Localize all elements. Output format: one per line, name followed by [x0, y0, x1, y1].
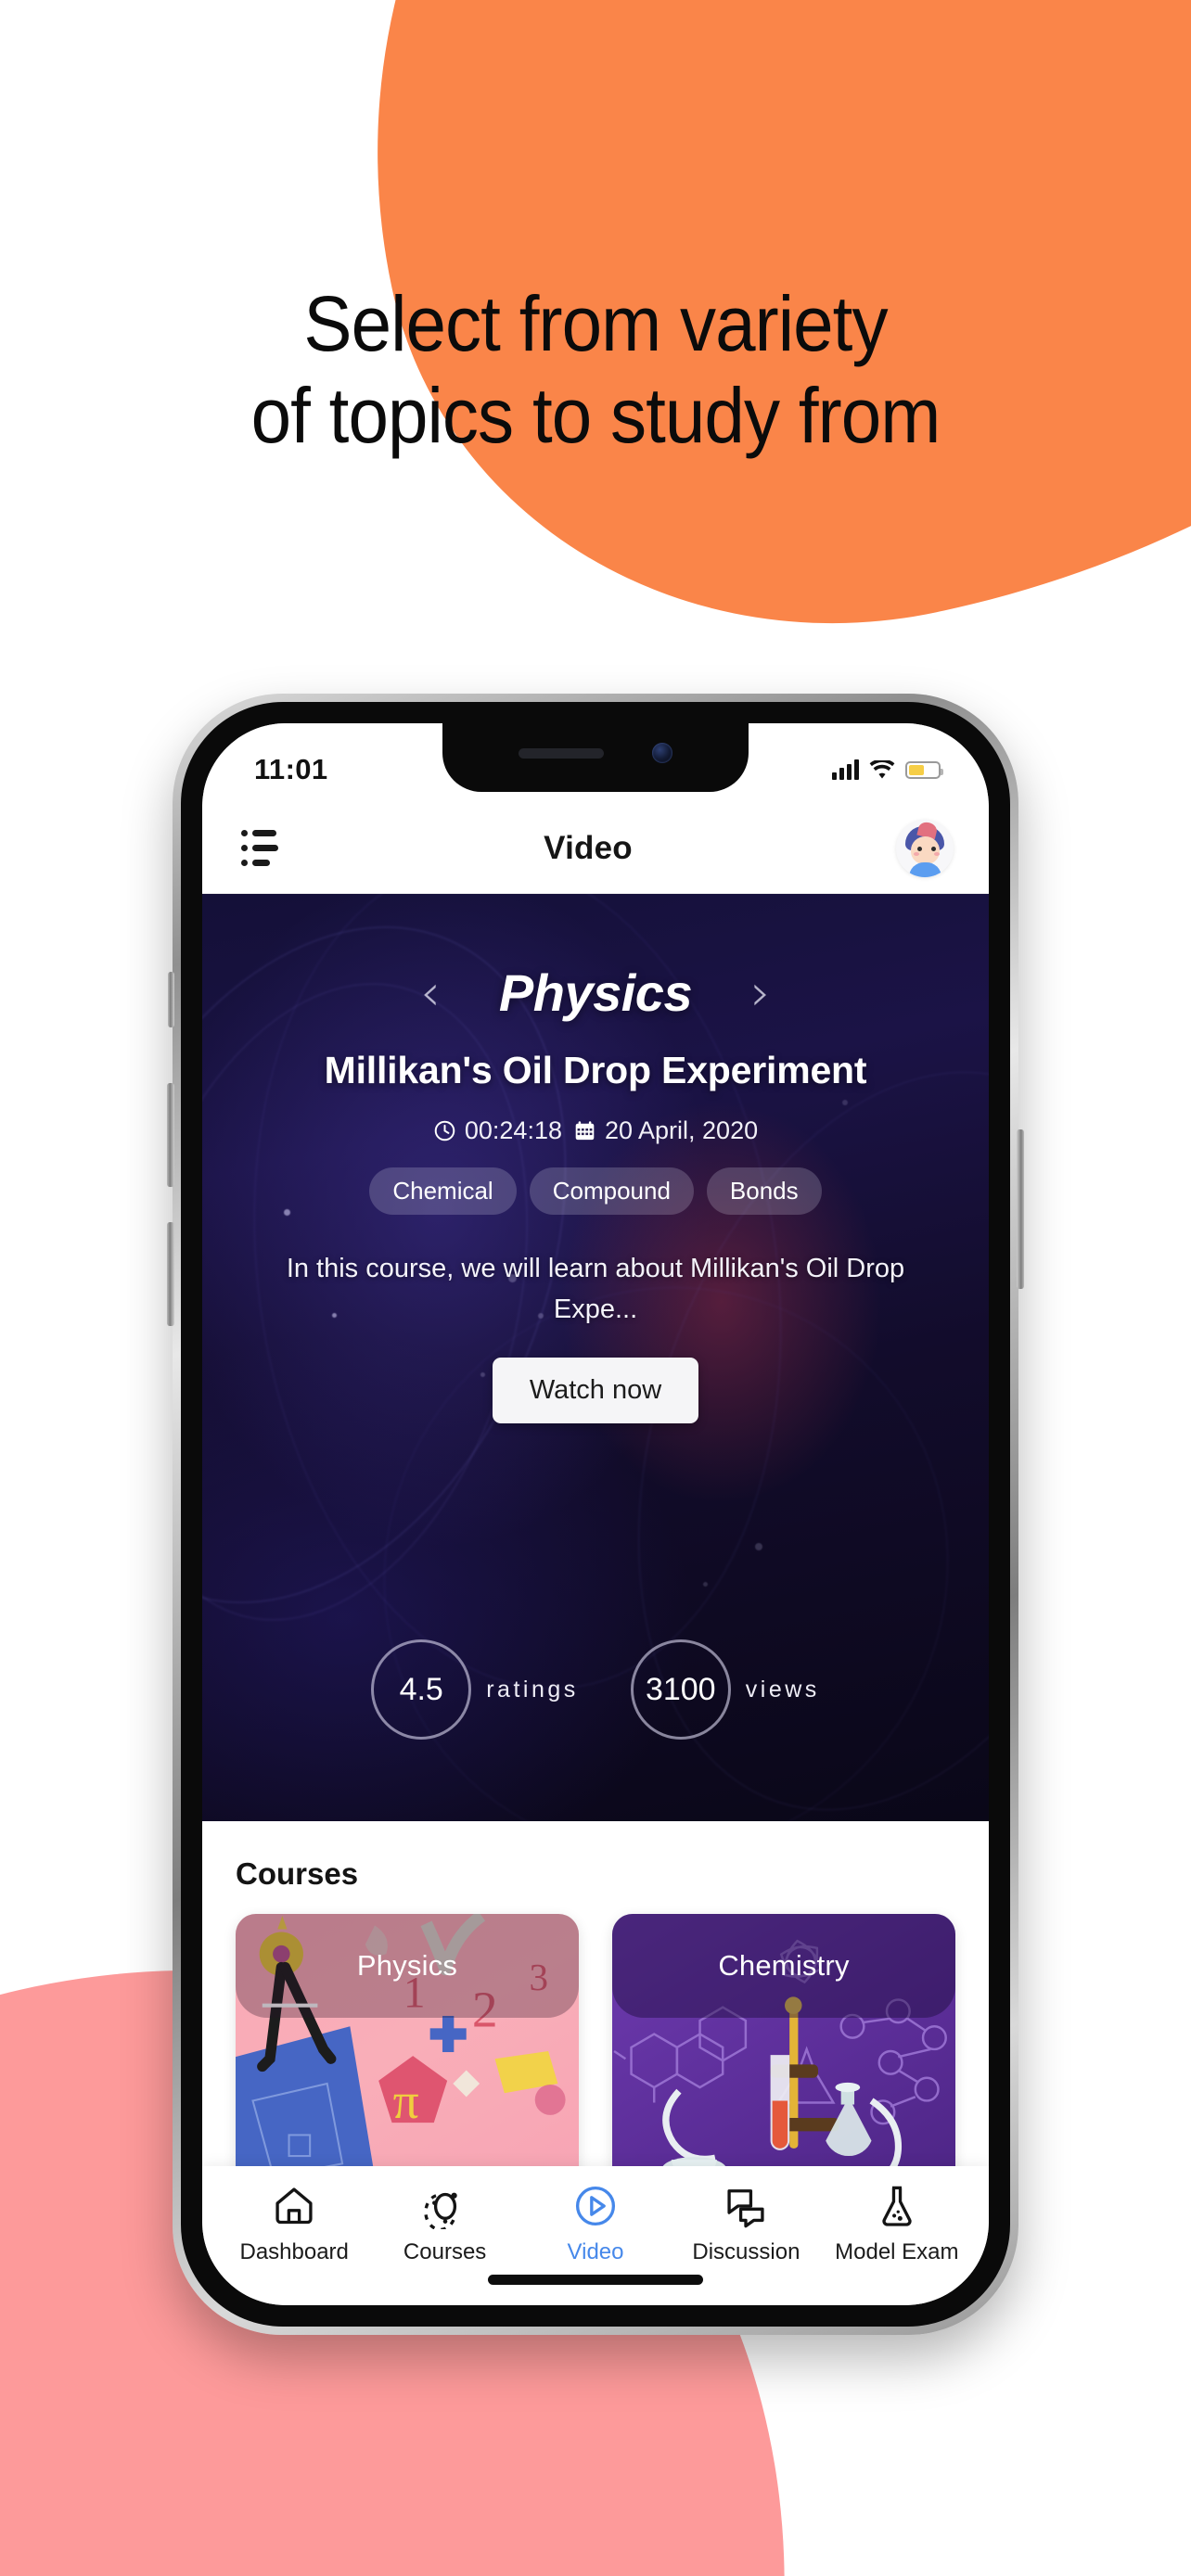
course-card-title: Chemistry — [718, 1949, 850, 1982]
hero-stats-row: 4.5 ratings 3100 views — [202, 1639, 989, 1740]
views-stat: 3100 views — [630, 1639, 820, 1740]
duration-text: 00:24:18 — [464, 1116, 562, 1144]
notch — [442, 723, 749, 792]
ratings-label: ratings — [486, 1676, 579, 1702]
status-indicators — [832, 759, 943, 780]
app-header: Video — [202, 803, 989, 894]
duration-meta: 00:24:18 — [433, 1116, 562, 1145]
tab-video[interactable]: Video — [520, 2183, 671, 2265]
phone-screen: 11:01 Video ‹ Physics › Millikan's Oil D… — [202, 723, 989, 2305]
battery-icon — [905, 760, 943, 779]
hero-subject: Physics — [498, 963, 693, 1022]
courses-section-title: Courses — [236, 1856, 359, 1891]
chat-bubbles-icon — [727, 2189, 765, 2228]
mute-switch-button[interactable] — [168, 972, 174, 1027]
tag-chip[interactable]: Chemical — [369, 1167, 517, 1215]
calendar-icon — [575, 1121, 595, 1141]
tab-label: Dashboard — [239, 2239, 349, 2264]
page-title: Video — [544, 829, 633, 866]
ratings-stat: 4.5 ratings — [371, 1639, 579, 1740]
hero-lesson-title: Millikan's Oil Drop Experiment — [324, 1049, 867, 1091]
views-label: views — [745, 1676, 820, 1702]
front-camera-icon — [652, 743, 672, 763]
tab-model-exam[interactable]: Model Exam — [822, 2183, 972, 2265]
tab-courses[interactable]: Courses — [369, 2183, 519, 2265]
course-card-banner: Chemistry — [612, 1914, 955, 2018]
atom-icon — [423, 2192, 457, 2229]
headline-line-2: of topics to study from — [250, 372, 941, 460]
play-circle-icon — [575, 2186, 616, 2226]
watch-now-button[interactable]: Watch now — [492, 1358, 699, 1424]
chevron-right-icon[interactable]: › — [740, 967, 781, 1018]
hero-description: In this course, we will learn about Mill… — [286, 1254, 905, 1325]
earpiece-speaker — [519, 747, 604, 759]
date-text: 20 April, 2020 — [604, 1116, 759, 1144]
tab-label: Model Exam — [835, 2239, 959, 2264]
volume-down-button[interactable] — [167, 1222, 174, 1326]
views-value: 3100 — [630, 1639, 731, 1740]
user-avatar[interactable] — [895, 819, 954, 877]
tab-discussion[interactable]: Discussion — [671, 2183, 821, 2265]
hero-tag-row: Chemical Compound Bonds — [202, 1167, 989, 1215]
hero-video-banner: ‹ Physics › Millikan's Oil Drop Experime… — [202, 894, 989, 1821]
home-indicator[interactable] — [488, 2275, 703, 2285]
subject-carousel: ‹ Physics › — [202, 963, 989, 1023]
tab-dashboard[interactable]: Dashboard — [219, 2183, 369, 2265]
tag-chip[interactable]: Compound — [529, 1167, 694, 1215]
home-icon — [275, 2187, 313, 2225]
course-card-banner: Physics — [236, 1914, 579, 2018]
volume-up-button[interactable] — [167, 1083, 174, 1187]
status-time: 11:01 — [254, 753, 328, 785]
clock-icon — [434, 1120, 455, 1141]
hero-content: ‹ Physics › Millikan's Oil Drop Experime… — [202, 894, 989, 1424]
app-store-preview-page: Select from variety of topics to study f… — [0, 0, 1191, 2576]
courses-grid: 1 2 3 π Physics Chemistry — [236, 1914, 955, 2192]
flask-icon — [882, 2186, 912, 2226]
tab-label: Video — [567, 2239, 624, 2264]
tag-chip[interactable]: Bonds — [706, 1167, 822, 1215]
phone-mockup: 11:01 Video ‹ Physics › Millikan's Oil D… — [167, 694, 1024, 2335]
courses-section: Courses 1 2 3 π Physics Chemistry — [202, 1821, 989, 2192]
date-meta: 20 April, 2020 — [573, 1116, 758, 1145]
tab-label: Courses — [403, 2239, 487, 2264]
cellular-signal-icon — [832, 759, 859, 780]
ratings-value: 4.5 — [371, 1639, 472, 1740]
tab-label: Discussion — [692, 2239, 800, 2264]
power-button[interactable] — [1017, 1129, 1024, 1289]
course-card-physics[interactable]: 1 2 3 π Physics — [236, 1914, 579, 2192]
headline-line-1: Select from variety — [303, 280, 888, 367]
marketing-headline: Select from variety of topics to study f… — [42, 278, 1149, 462]
wifi-icon — [869, 759, 895, 778]
hero-meta-row: 00:24:18 20 April, 2020 — [202, 1116, 989, 1145]
course-card-chemistry[interactable]: Chemistry — [612, 1914, 955, 2192]
chevron-left-icon[interactable]: ‹ — [410, 967, 451, 1018]
svg-text:π: π — [393, 2073, 419, 2130]
list-menu-icon[interactable] — [241, 830, 280, 866]
bottom-tab-bar: Dashboard Courses Video Discussion Model… — [202, 2166, 989, 2305]
phone-body: 11:01 Video ‹ Physics › Millikan's Oil D… — [181, 702, 1010, 2327]
course-card-title: Physics — [356, 1949, 458, 1982]
